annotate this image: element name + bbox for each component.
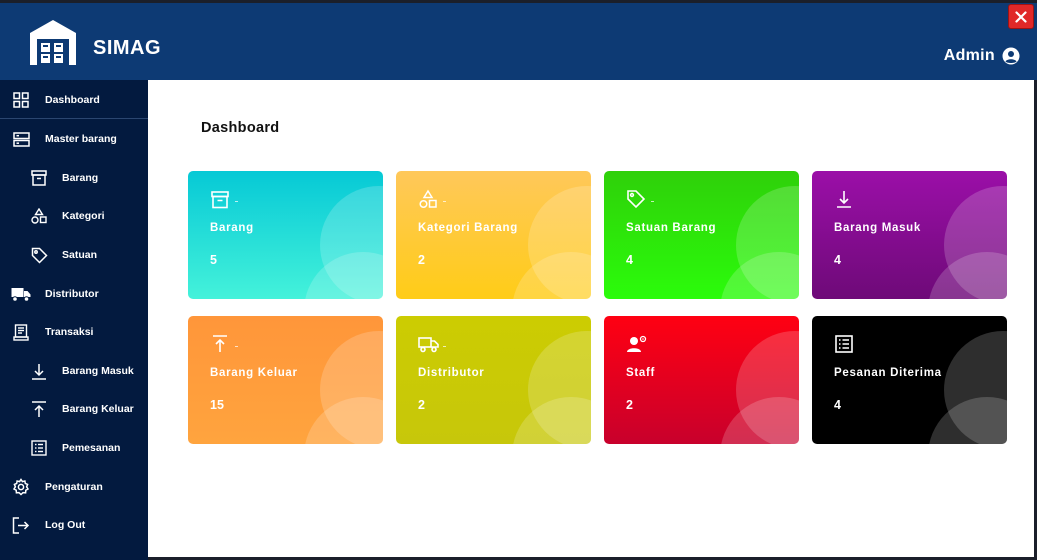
sidebar-item-pemesanan[interactable]: Pemesanan (0, 430, 148, 466)
card-decor-circle (720, 252, 799, 299)
sidebar-item-label: Pemesanan (62, 442, 121, 454)
gear-icon (11, 477, 31, 497)
card-kategori-barang[interactable]: Kategori Barang 2 (396, 171, 591, 299)
card-staff[interactable]: Staff 2 (604, 316, 799, 444)
list-icon (29, 438, 49, 458)
card-decor-circle (928, 397, 1007, 444)
arrow-down-icon (29, 361, 49, 381)
card-value: 2 (418, 253, 425, 267)
sidebar-item-master-barang[interactable]: Master barang (0, 121, 148, 157)
sidebar-item-label: Kategori (62, 210, 105, 222)
sidebar-item-kategori[interactable]: Kategori (0, 198, 148, 234)
user-menu[interactable]: Admin (944, 47, 1020, 65)
card-barang[interactable]: Barang 5 (188, 171, 383, 299)
card-decor-circle (928, 252, 1007, 299)
grid-icon (11, 90, 31, 110)
sidebar-item-transaksi[interactable]: Transaksi (0, 314, 148, 350)
card-barang-masuk[interactable]: Barang Masuk 4 (812, 171, 1007, 299)
card-label: Barang Keluar (210, 367, 298, 379)
sidebar: Dashboard Master barang Barang Kategori (0, 80, 148, 560)
arrow-up-icon (29, 399, 49, 419)
logout-icon (11, 515, 31, 535)
close-button[interactable] (1008, 4, 1034, 29)
card-dot (235, 346, 238, 347)
card-value: 2 (626, 398, 633, 412)
server-icon (11, 129, 31, 149)
card-satuan-barang[interactable]: Satuan Barang 4 (604, 171, 799, 299)
card-label: Barang Masuk (834, 222, 922, 234)
receipt-icon (11, 322, 31, 342)
top-header: SIMAG Admin (0, 3, 1037, 80)
shapes-icon (29, 206, 49, 226)
card-value: 15 (210, 398, 224, 412)
list-icon (835, 335, 853, 353)
sidebar-item-pengaturan[interactable]: Pengaturan (0, 469, 148, 505)
staff-icon (627, 335, 647, 352)
app-window: SIMAG Admin Dashboard Master barang Bara… (0, 0, 1037, 560)
card-decor-circle (512, 252, 591, 299)
truck-icon (418, 337, 439, 353)
sidebar-item-distributor[interactable]: Distributor (0, 276, 148, 312)
card-value: 4 (626, 253, 633, 267)
sidebar-item-barang-masuk[interactable]: Barang Masuk (0, 353, 148, 389)
sidebar-item-label: Barang Keluar (62, 403, 134, 415)
sidebar-item-label: Barang Masuk (62, 365, 134, 377)
sidebar-item-barang-keluar[interactable]: Barang Keluar (0, 391, 148, 427)
card-decor-circle (720, 397, 799, 444)
sidebar-item-logout[interactable]: Log Out (0, 507, 148, 543)
sidebar-item-label: Pengaturan (45, 481, 103, 493)
archive-icon (211, 191, 229, 209)
sidebar-item-label: Dashboard (45, 94, 100, 106)
card-value: 4 (834, 398, 841, 412)
sidebar-item-label: Distributor (45, 288, 99, 300)
sidebar-item-label: Satuan (62, 249, 98, 261)
sidebar-item-label: Transaksi (45, 326, 94, 338)
user-label: Admin (943, 47, 995, 64)
card-dot (443, 201, 446, 202)
card-label: Kategori Barang (418, 222, 518, 234)
shapes-icon (419, 189, 437, 209)
card-decor-circle (304, 252, 383, 299)
card-value: 2 (418, 398, 425, 412)
card-pesanan-diterima[interactable]: Pesanan Diterima 4 (812, 316, 1007, 444)
warehouse-icon (30, 20, 76, 65)
card-label: Pesanan Diterima (834, 367, 942, 379)
sidebar-item-satuan[interactable]: Satuan (0, 237, 148, 273)
main-content: Dashboard Barang 5 Kategori Barang 2 Sat… (148, 80, 1034, 557)
archive-icon (29, 168, 49, 188)
user-circle-icon (1002, 47, 1020, 65)
card-dot (651, 201, 654, 202)
card-distributor[interactable]: Distributor 2 (396, 316, 591, 444)
sidebar-item-label: Log Out (45, 519, 86, 531)
sidebar-item-dashboard[interactable]: Dashboard (0, 82, 148, 118)
sidebar-item-label: Barang (62, 172, 99, 184)
app-brand-name: SIMAG (93, 37, 162, 59)
sidebar-item-label: Master barang (45, 133, 117, 145)
arrow-down-icon (837, 191, 851, 208)
card-label: Staff (626, 367, 656, 379)
card-value: 4 (834, 253, 841, 267)
sidebar-item-barang[interactable]: Barang (0, 160, 148, 196)
card-decor-circle (512, 397, 591, 444)
tag-icon (627, 190, 646, 209)
sidebar-divider (0, 118, 148, 119)
card-barang-keluar[interactable]: Barang Keluar 15 (188, 316, 383, 444)
card-label: Distributor (418, 367, 485, 379)
card-decor-circle (304, 397, 383, 444)
arrow-up-icon (213, 335, 227, 352)
page-title: Dashboard (201, 120, 280, 136)
close-icon (1015, 10, 1027, 23)
card-label: Barang (210, 222, 254, 234)
card-label: Satuan Barang (626, 222, 717, 234)
tag-icon (29, 245, 49, 265)
card-value: 5 (210, 253, 217, 267)
truck-icon (11, 284, 31, 304)
card-dot (443, 346, 446, 347)
card-dot (235, 201, 238, 202)
